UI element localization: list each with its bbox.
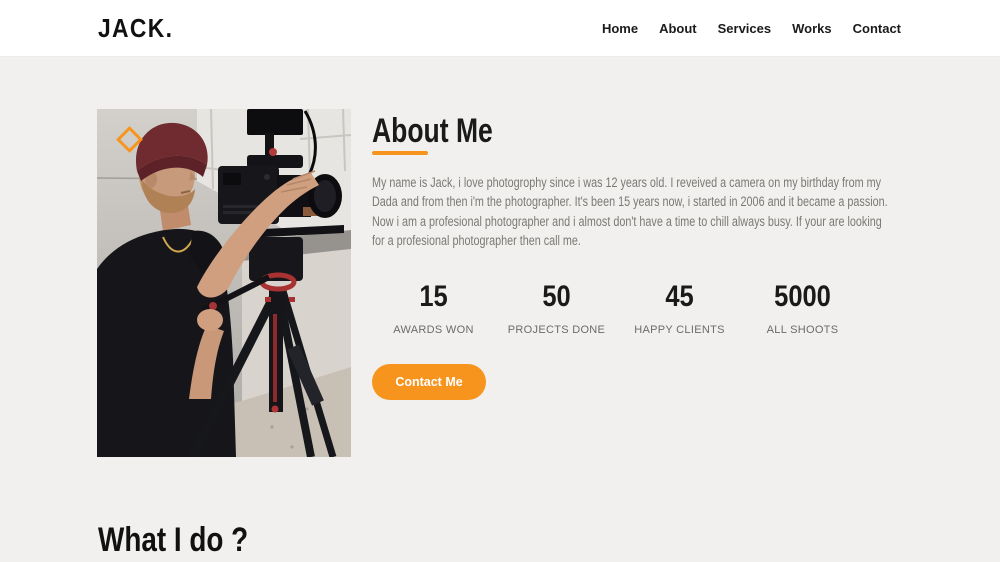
about-title-underline (372, 151, 428, 155)
nav-item-contact[interactable]: Contact (853, 21, 901, 36)
stat-happy-clients: 45 HAPPY CLIENTS (618, 282, 741, 336)
nav-item-works[interactable]: Works (792, 21, 832, 36)
stat-label: AWARDS WON (372, 324, 495, 336)
stat-awards-won: 15 AWARDS WON (372, 282, 495, 336)
stat-label: HAPPY CLIENTS (618, 324, 741, 336)
about-paragraph: My name is Jack, i love photogrophy sinc… (372, 173, 890, 251)
main-nav: Home About Services Works Contact (602, 21, 901, 36)
stat-value: 5000 (750, 282, 855, 312)
stat-projects-done: 50 PROJECTS DONE (495, 282, 618, 336)
stat-value: 15 (381, 282, 486, 312)
nav-item-services[interactable]: Services (718, 21, 772, 36)
about-photo (97, 109, 351, 457)
stat-all-shoots: 5000 ALL SHOOTS (741, 282, 864, 336)
what-i-do-title: What I do ? (98, 521, 248, 560)
header: JACK. Home About Services Works Contact (0, 0, 1000, 57)
stat-label: PROJECTS DONE (495, 324, 618, 336)
stats-row: 15 AWARDS WON 50 PROJECTS DONE 45 HAPPY … (372, 282, 864, 336)
nav-item-about[interactable]: About (659, 21, 697, 36)
stat-value: 50 (504, 282, 609, 312)
stat-value: 45 (627, 282, 732, 312)
stat-label: ALL SHOOTS (741, 324, 864, 336)
logo[interactable]: JACK. (98, 13, 173, 44)
about-title: About Me (372, 112, 493, 151)
nav-item-home[interactable]: Home (602, 21, 638, 36)
about-photo-illustration (97, 109, 351, 457)
contact-me-button[interactable]: Contact Me (372, 364, 486, 400)
